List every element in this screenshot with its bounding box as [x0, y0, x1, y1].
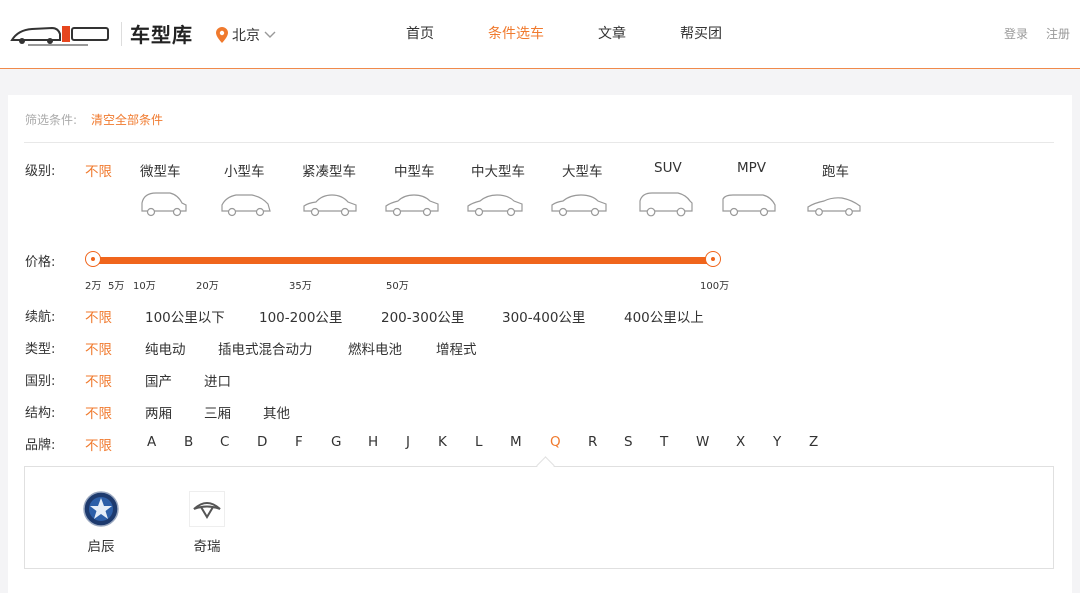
brand-letter-w[interactable]: W	[696, 434, 709, 450]
price-slider-min-handle[interactable]	[85, 251, 101, 267]
range-unlimited[interactable]: 不限	[85, 306, 112, 326]
level-option-label: MPV	[737, 160, 767, 176]
brand-letter-g[interactable]: G	[331, 434, 341, 450]
city-selector[interactable]: 北京	[216, 25, 276, 45]
brand-name: 奇瑞	[193, 539, 221, 555]
level-option-label: 紧凑型车	[302, 164, 356, 180]
site-name[interactable]: 车型库	[130, 19, 193, 48]
type-option[interactable]: 增程式	[436, 338, 477, 358]
type-option[interactable]: 纯电动	[145, 338, 186, 358]
large-car-icon	[551, 194, 607, 217]
structure-option[interactable]: 其他	[263, 402, 290, 422]
compact-car-icon	[303, 194, 357, 217]
range-label: 续航:	[25, 310, 56, 325]
structure-option[interactable]: 两厢	[145, 402, 172, 422]
chevron-down-icon	[264, 31, 276, 38]
brand-label: 品牌:	[25, 438, 56, 453]
country-option[interactable]: 进口	[204, 370, 231, 390]
brand-letter-q[interactable]: Q	[550, 434, 561, 450]
structure-label: 结构:	[25, 406, 56, 421]
brand-letter-k[interactable]: K	[438, 434, 447, 450]
location-pin-icon	[216, 27, 228, 43]
range-option[interactable]: 100-200公里	[259, 306, 342, 326]
brand-letter-a[interactable]: A	[147, 434, 156, 450]
brand-letter-y[interactable]: Y	[773, 434, 781, 450]
brand-item-chery[interactable]: 奇瑞	[177, 491, 237, 555]
top-header: 车型库 北京 首页 条件选车 文章 帮买团 登录 注册	[0, 0, 1080, 69]
nav-buying-group[interactable]: 帮买团	[680, 23, 722, 43]
level-option-label: 大型车	[562, 164, 603, 180]
level-option-label: 小型车	[224, 164, 265, 180]
country-unlimited[interactable]: 不限	[85, 370, 112, 390]
brand-letter-j[interactable]: J	[406, 434, 410, 450]
mpv-icon	[722, 194, 776, 217]
upper-midsize-car-icon	[467, 194, 523, 217]
range-option[interactable]: 300-400公里	[502, 306, 585, 326]
nav-articles[interactable]: 文章	[598, 23, 626, 43]
type-label: 类型:	[25, 342, 56, 357]
brand-item-venucia[interactable]: 启辰	[71, 491, 131, 555]
brand-letter-x[interactable]: X	[736, 434, 745, 450]
filter-title: 筛选条件:	[25, 113, 78, 127]
structure-unlimited[interactable]: 不限	[85, 402, 112, 422]
price-tick: 100万	[700, 281, 730, 292]
brand-letter-c[interactable]: C	[220, 434, 229, 450]
price-tick: 5万	[108, 281, 125, 292]
filter-panel: 筛选条件: 清空全部条件 级别: 不限 微型车 小型车 紧凑型车 中型车 中大型…	[8, 95, 1072, 593]
price-tick: 10万	[133, 281, 156, 292]
level-unlimited[interactable]: 不限	[85, 160, 112, 180]
brand-unlimited[interactable]: 不限	[85, 434, 112, 454]
level-option-label: 跑车	[822, 164, 849, 180]
brand-letter-f[interactable]: F	[295, 434, 303, 450]
city-name: 北京	[232, 28, 260, 44]
range-option[interactable]: 100公里以下	[145, 306, 225, 326]
price-tick: 35万	[289, 281, 312, 292]
range-option[interactable]: 200-300公里	[381, 306, 464, 326]
price-tick: 2万	[85, 281, 102, 292]
price-slider-track[interactable]	[94, 257, 714, 264]
price-label: 价格:	[25, 255, 56, 270]
level-option-label: SUV	[654, 160, 682, 176]
brand-letter-t[interactable]: T	[660, 434, 668, 450]
small-car-icon	[221, 194, 271, 217]
type-option[interactable]: 燃料电池	[348, 338, 402, 358]
midsize-car-icon	[385, 194, 439, 217]
brand-name: 启辰	[87, 539, 115, 555]
brand-letter-m[interactable]: M	[510, 434, 522, 450]
level-option-label: 中大型车	[471, 164, 525, 180]
brand-letter-r[interactable]: R	[588, 434, 597, 450]
divider	[24, 142, 1054, 143]
price-tick: 20万	[196, 281, 219, 292]
country-option[interactable]: 国产	[145, 370, 172, 390]
brand-letter-d[interactable]: D	[257, 434, 267, 450]
type-option[interactable]: 插电式混合动力	[218, 338, 313, 358]
venucia-logo-icon	[83, 491, 119, 527]
suv-icon	[639, 192, 693, 217]
level-label: 级别:	[25, 164, 56, 179]
mini-car-icon	[141, 192, 187, 217]
type-unlimited[interactable]: 不限	[85, 338, 112, 358]
level-option-label: 中型车	[394, 164, 435, 180]
brand-letter-s[interactable]: S	[624, 434, 633, 450]
brand-letter-b[interactable]: B	[184, 434, 193, 450]
clear-all-button[interactable]: 清空全部条件	[91, 111, 163, 128]
brand-list-box: 启辰 奇瑞	[24, 466, 1054, 569]
nav-condition-select[interactable]: 条件选车	[488, 23, 544, 43]
country-label: 国别:	[25, 374, 56, 389]
chery-logo-icon	[189, 491, 225, 527]
d1ev-logo[interactable]	[8, 20, 113, 48]
sports-car-icon	[807, 197, 861, 216]
brand-letter-l[interactable]: L	[475, 434, 483, 450]
price-slider-max-handle[interactable]	[705, 251, 721, 267]
brand-letter-h[interactable]: H	[368, 434, 378, 450]
level-option-label: 微型车	[140, 164, 181, 180]
price-tick: 50万	[386, 281, 409, 292]
brand-letter-z[interactable]: Z	[809, 434, 818, 450]
range-option[interactable]: 400公里以上	[624, 306, 704, 326]
login-link[interactable]: 登录	[1004, 25, 1028, 42]
structure-option[interactable]: 三厢	[204, 402, 231, 422]
nav-home[interactable]: 首页	[406, 23, 434, 43]
register-link[interactable]: 注册	[1046, 25, 1070, 42]
logo-divider	[121, 22, 122, 46]
